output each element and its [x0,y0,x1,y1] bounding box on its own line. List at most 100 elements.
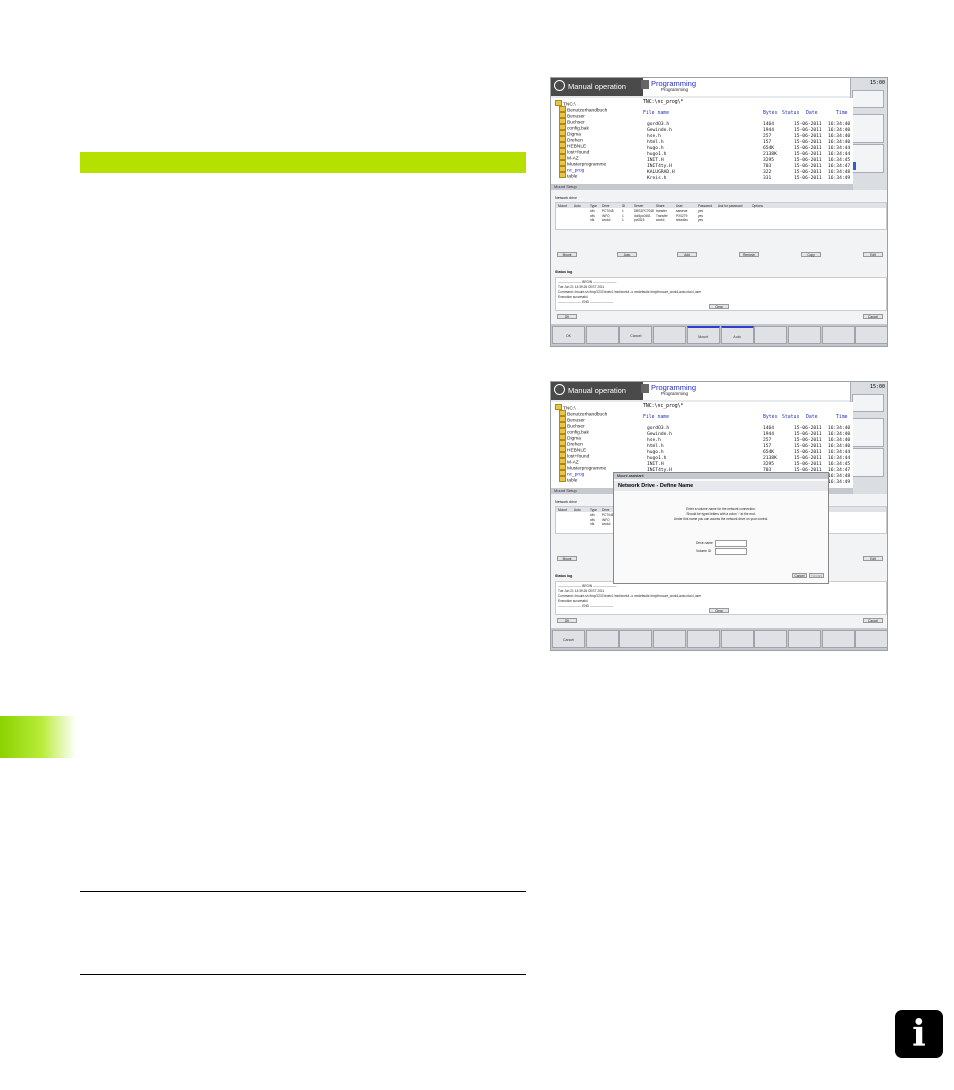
table-cell[interactable]: INFO [602,518,610,522]
modal-forward-button[interactable]: Forward [809,573,824,578]
softkey[interactable] [585,326,619,344]
table-cell[interactable]: srlradiec [676,218,688,222]
programming-icon [641,384,649,393]
table-cell[interactable]: yes [698,209,703,213]
file-date: 15-06-2011 [794,176,822,181]
file-bytes: 654K [763,450,775,455]
side-softkey-1[interactable] [852,418,884,447]
folder-icon [555,100,562,106]
file-date: 15-06-2011 [794,164,822,169]
scrollbar[interactable] [853,162,856,170]
file-date: 15-06-2011 [794,152,822,157]
remove-button[interactable]: Remove [739,252,759,257]
softkey[interactable]: Cancel [552,630,585,648]
ok-button[interactable]: OK [557,618,577,623]
side-softkey-2[interactable] [852,448,884,477]
mode-programming: Programming Programming [641,383,696,396]
softkey[interactable] [754,326,788,344]
softkey[interactable] [754,630,788,648]
table-cell[interactable]: work4 [602,522,611,526]
folder-icon [559,452,566,458]
clear-button[interactable]: Clear [709,304,729,309]
file-name: Gewinde.h [647,128,672,133]
table-cell[interactable]: Transfer [656,214,668,218]
file-name: INIT4ty.H [647,164,672,169]
folder-icon [559,124,566,130]
table-cell[interactable]: PC7048 [602,209,614,213]
tree-item[interactable]: table [559,476,577,484]
table-cell[interactable]: yes [698,218,703,222]
table-cell[interactable]: PX0279 [676,214,687,218]
softkey[interactable] [720,630,754,648]
file-bytes: 1464 [763,426,775,431]
table-header-cell: User [676,203,683,208]
table-cell[interactable]: 1 [622,209,624,213]
table-cell[interactable]: work4 [602,218,611,222]
table-header-cell: Server [634,203,644,208]
softkey[interactable]: Cancel [619,326,653,344]
side-softkey-1[interactable] [852,114,884,143]
table-cell[interactable]: sameue [676,209,687,213]
table-cell[interactable]: pc0515 [634,218,644,222]
table-cell[interactable]: 1 [622,218,624,222]
machine-mode-icon [554,80,565,91]
add-button[interactable]: Add [677,252,697,257]
table-cell[interactable]: cifs [590,513,595,517]
table-header-cell: Auto [574,507,581,512]
tree-item-label: table [567,478,578,484]
folder-tree: TNC:\ Benutzerhandbuch Benuser Buchser confi… [551,98,641,184]
tree-item[interactable]: table [559,172,577,180]
softkey[interactable] [686,630,720,648]
file-bytes: 1944 [763,128,775,133]
chapter-tab [0,716,76,758]
softkey[interactable] [585,630,619,648]
copy-button[interactable]: Copy [801,252,821,257]
softkey[interactable] [787,326,821,344]
table-header-cell: Mount [558,507,567,512]
file-bytes: 703 [763,164,772,169]
softkey[interactable] [855,630,887,648]
status-log-label: Status log [555,270,573,274]
table-cell[interactable]: nfs [590,218,594,222]
table-cell[interactable]: nfs [590,522,594,526]
softkey[interactable] [619,630,653,648]
table-cell[interactable]: dof4pc0451 [634,214,651,218]
modal-cancel-button[interactable]: Cancel [792,573,807,578]
softkey[interactable] [653,326,687,344]
softkey[interactable] [855,326,887,344]
table-cell[interactable]: work4 [656,218,665,222]
softkey[interactable] [821,326,855,344]
cancel-button[interactable]: Cancel [863,314,883,319]
table-cell[interactable]: cifs [590,214,595,218]
softkey[interactable]: Auto [720,326,754,344]
edit-button[interactable]: Edit [863,252,883,257]
volume-id-input[interactable] [715,548,747,555]
ok-button[interactable]: OK [557,314,577,319]
softkey[interactable]: OK [552,326,585,344]
table-cell[interactable]: 1 [622,214,624,218]
table-cell[interactable]: cifs [590,209,595,213]
cancel-button[interactable]: Cancel [863,618,883,623]
drive-name-input[interactable] [715,540,747,547]
table-cell[interactable]: yes [698,214,703,218]
table-cell[interactable]: DBS1PC7048 [634,209,654,213]
softkey[interactable] [653,630,687,648]
table-cell[interactable]: transfer [656,209,667,213]
softkey[interactable] [821,630,855,648]
edit-button[interactable]: Edit [863,556,883,561]
folder-icon [559,470,566,476]
screenshot-mount-assistant: Manual operation Programming Programming … [550,381,888,651]
side-softkey-2[interactable] [852,144,884,173]
table-header-cell: Ask for password [718,203,743,208]
clear-button[interactable]: Clear [709,608,729,613]
mount-button[interactable]: Mount [557,252,577,257]
softkey[interactable]: Mount [686,326,720,344]
table-cell[interactable]: cifs [590,518,595,522]
file-name: hugo.h [647,146,664,151]
mount-button[interactable]: Mount [557,556,577,561]
file-time: 16:34:45 [828,158,851,163]
table-cell[interactable]: INFO [602,214,610,218]
table-cell[interactable]: PC7048 [602,513,614,517]
auto-button[interactable]: Auto [617,252,637,257]
softkey[interactable] [787,630,821,648]
